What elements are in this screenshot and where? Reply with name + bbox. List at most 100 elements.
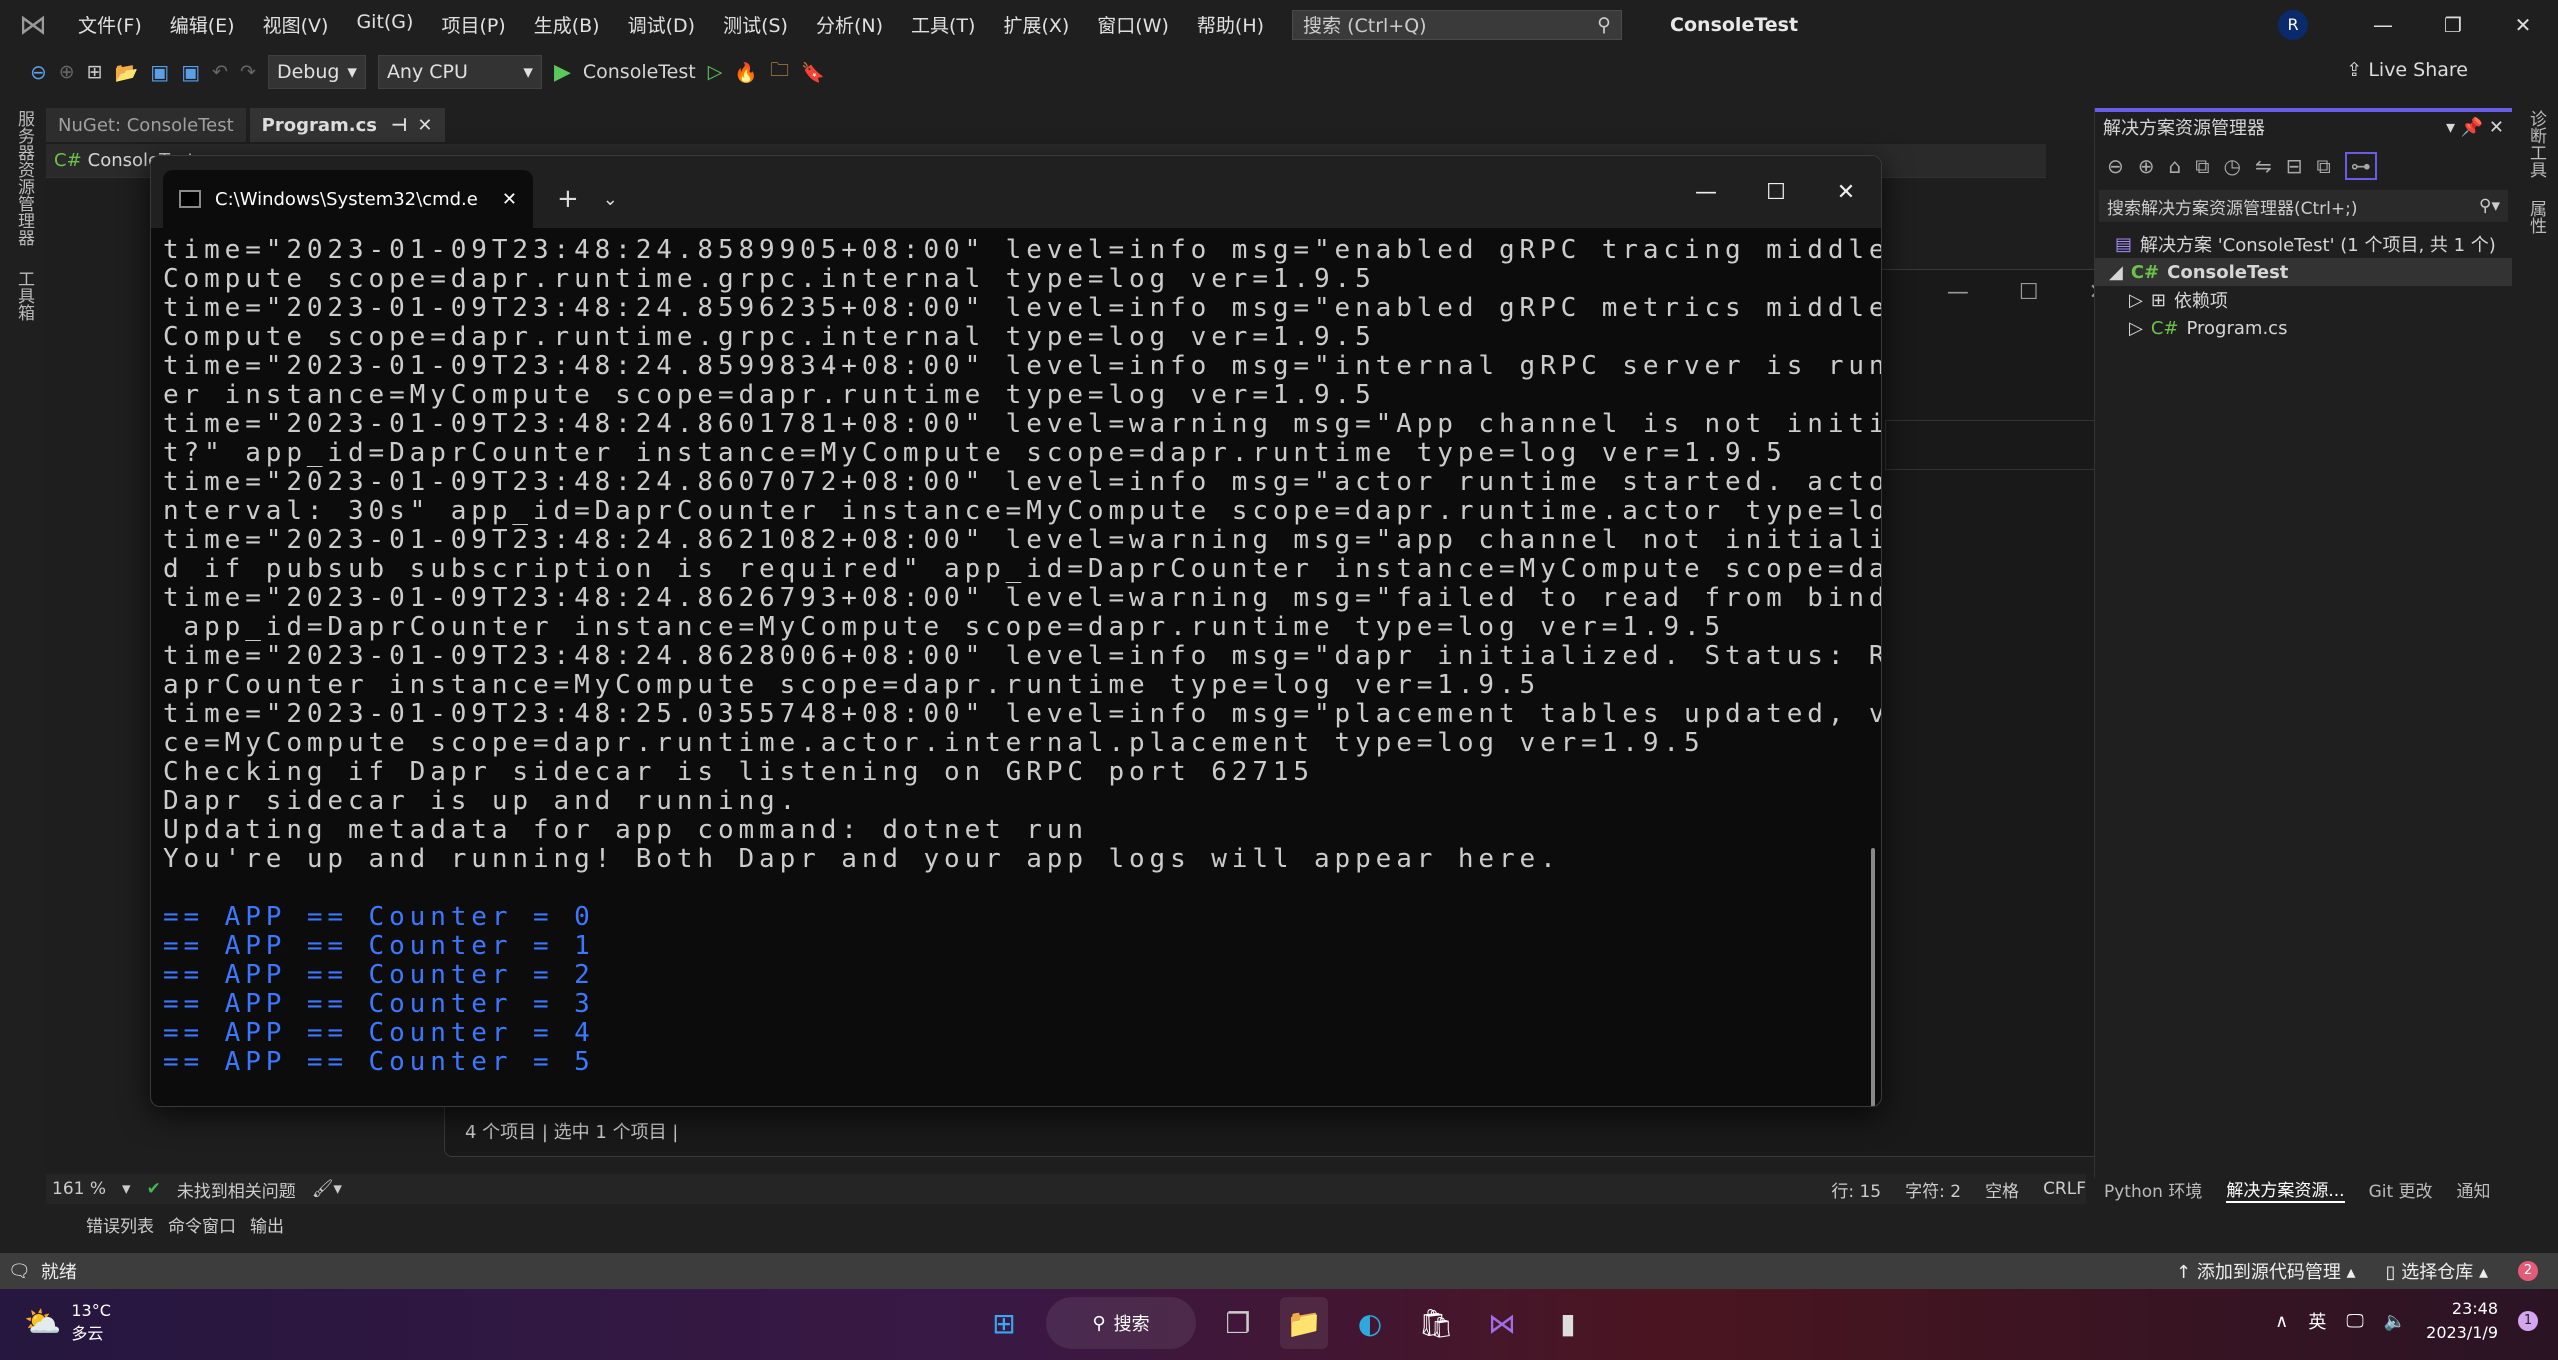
dropdown-icon[interactable]: ▾ <box>2446 117 2461 138</box>
find-in-files-icon[interactable]: 🗀 <box>770 56 789 88</box>
close-button[interactable]: ✕ <box>2488 13 2558 37</box>
new-project-icon[interactable]: ⊞ <box>87 61 103 83</box>
start-icon[interactable]: ⊞ <box>980 1297 1028 1349</box>
bookmark-icon[interactable]: 🔖 <box>801 61 825 84</box>
brush-icon[interactable]: 🖌▾ <box>312 1179 342 1199</box>
minimize-icon[interactable]: — <box>1947 280 1969 305</box>
menu-item[interactable]: Git(G) <box>342 11 427 38</box>
solution-search-input[interactable]: 搜索解决方案资源管理器(Ctrl+;) ⚲▾ <box>2099 190 2508 222</box>
properties-tab[interactable]: 属性 <box>2524 200 2549 234</box>
tab-python-env[interactable]: Python 环境 <box>2104 1177 2202 1202</box>
server-explorer-tab[interactable]: 服务器资源管理器 <box>12 110 37 246</box>
forward-icon[interactable]: ⊕ <box>59 61 75 83</box>
expand-icon[interactable]: ▷ <box>2129 318 2143 339</box>
menu-item[interactable]: 项目(P) <box>427 11 519 38</box>
menu-item[interactable]: 生成(B) <box>520 11 614 38</box>
sync-icon[interactable]: ⇋ <box>2255 154 2272 178</box>
menu-item[interactable]: 视图(V) <box>249 11 343 38</box>
notification-badge[interactable]: 2 <box>2518 1261 2538 1281</box>
maximize-icon[interactable]: ☐ <box>2019 280 2039 305</box>
pin-icon[interactable]: ⊣ <box>391 115 407 136</box>
open-folder-icon[interactable]: 📂 <box>115 61 139 84</box>
save-all-icon[interactable]: ▣ <box>181 60 200 84</box>
network-icon[interactable]: 🖵 <box>2346 1311 2363 1332</box>
platform-select[interactable]: Any CPU ▾ <box>377 55 542 89</box>
menu-item[interactable]: 文件(F) <box>64 11 156 38</box>
input-method[interactable]: 英 <box>2308 1308 2326 1334</box>
expand-icon[interactable]: ◢ <box>2109 262 2123 283</box>
tree-program-cs[interactable]: ▷ C# Program.cs <box>2095 314 2512 342</box>
menu-item[interactable]: 编辑(E) <box>156 11 249 38</box>
search-input[interactable]: 搜索 (Ctrl+Q) ⚲ <box>1292 9 1623 40</box>
menu-item[interactable]: 窗口(W) <box>1083 11 1183 38</box>
volume-icon[interactable]: 🔈 <box>2384 1311 2406 1332</box>
collapse-all-icon[interactable]: ⊟ <box>2286 154 2303 178</box>
menu-item[interactable]: 分析(N) <box>802 11 897 38</box>
home-icon[interactable]: ⌂ <box>2169 154 2182 178</box>
tree-project[interactable]: ◢ C# ConsoleTest <box>2095 258 2512 286</box>
menu-item[interactable]: 工具(T) <box>897 11 989 38</box>
taskbar-search[interactable]: ⚲ 搜索 <box>1046 1297 1196 1349</box>
show-all-files-icon[interactable]: ⧉ <box>2317 154 2331 178</box>
indent-mode[interactable]: 空格 <box>1985 1177 2019 1202</box>
minimize-button[interactable]: — <box>2348 13 2418 37</box>
switch-views-icon[interactable]: ⧉ <box>2195 154 2209 178</box>
live-share-button[interactable]: ⇪ Live Share <box>2346 59 2468 81</box>
history-icon[interactable]: ◷ <box>2224 154 2241 178</box>
expand-icon[interactable]: ▷ <box>2129 290 2143 311</box>
tab-nuget[interactable]: NuGet: ConsoleTest <box>46 108 246 142</box>
forward-icon[interactable]: ⊕ <box>2138 154 2155 178</box>
back-icon[interactable]: ⊖ <box>30 60 47 84</box>
tab-git-changes[interactable]: Git 更改 <box>2369 1177 2433 1202</box>
show-hidden-icons[interactable]: ∧ <box>2275 1311 2288 1332</box>
restore-button[interactable]: ❐ <box>2418 13 2488 37</box>
tree-dependencies[interactable]: ▷ ⊞ 依赖项 <box>2095 286 2512 314</box>
store-icon[interactable]: 🛍 <box>1412 1297 1460 1349</box>
clock[interactable]: 23:48 2023/1/9 <box>2426 1297 2498 1345</box>
zoom-level[interactable]: 161 % <box>52 1179 106 1199</box>
weather-widget[interactable]: ⛅ 13°C 多云 <box>24 1301 111 1344</box>
back-icon[interactable]: ⊖ <box>2107 154 2124 178</box>
add-to-source-control-button[interactable]: ↑ 添加到源代码管理 ▴ <box>2176 1258 2356 1284</box>
tab-notifications[interactable]: 通知 <box>2457 1177 2491 1202</box>
tab-solution-explorer[interactable]: 解决方案资源... <box>2226 1176 2345 1203</box>
configuration-select[interactable]: Debug ▾ <box>267 55 366 89</box>
terminal-icon[interactable]: ▮ <box>1544 1297 1592 1349</box>
menu-item[interactable]: 帮助(H) <box>1183 11 1278 38</box>
explorer-search-box[interactable] <box>1885 420 2115 470</box>
tab-error-list[interactable]: 错误列表 <box>86 1212 154 1237</box>
task-view-icon[interactable]: ❐ <box>1214 1297 1262 1349</box>
start-without-debugging-icon[interactable]: ▷ <box>708 61 723 83</box>
menu-item[interactable]: 扩展(X) <box>989 11 1083 38</box>
close-icon[interactable]: ✕ <box>2489 117 2504 138</box>
close-icon[interactable]: ✕ <box>417 115 432 136</box>
diagnostic-tools-tab[interactable]: 诊断工具 <box>2524 110 2549 178</box>
terminal-window[interactable]: C:\Windows\System32\cmd.e ✕ + ⌄ — ☐ ✕ time=… <box>150 155 1882 1107</box>
avatar[interactable]: R <box>2278 9 2308 40</box>
preview-selected-icon[interactable]: ⊶ <box>2344 152 2377 180</box>
maximize-button[interactable]: ☐ <box>1741 180 1811 205</box>
toolbox-tab[interactable]: 工具箱 <box>12 270 37 321</box>
new-tab-icon[interactable]: + <box>557 184 579 214</box>
terminal-tab[interactable]: C:\Windows\System32\cmd.e ✕ <box>163 170 533 228</box>
hot-reload-icon[interactable]: 🔥 <box>734 61 758 84</box>
file-explorer-icon[interactable]: 📁 <box>1280 1297 1328 1349</box>
save-icon[interactable]: ▣ <box>150 60 169 84</box>
tree-solution[interactable]: ▤ 解决方案 'ConsoleTest' (1 个项目, 共 1 个) <box>2095 230 2512 258</box>
terminal-scrollbar[interactable] <box>1871 848 1875 1106</box>
chevron-down-icon[interactable]: ▾ <box>122 1179 131 1199</box>
minimize-button[interactable]: — <box>1671 180 1741 205</box>
tab-output[interactable]: 输出 <box>250 1212 284 1237</box>
visual-studio-icon[interactable]: ⋈ <box>1478 1297 1526 1349</box>
start-button[interactable]: ConsoleTest <box>583 61 696 83</box>
terminal-output[interactable]: time="2023-01-09T23:48:24.8589905+08:00"… <box>151 228 1881 1106</box>
line-endings[interactable]: CRLF <box>2043 1179 2086 1199</box>
start-icon[interactable]: ▶ <box>554 60 571 85</box>
tab-program-cs[interactable]: Program.cs ⊣ ✕ <box>249 108 445 142</box>
tab-command-window[interactable]: 命令窗口 <box>168 1212 236 1237</box>
close-tab-icon[interactable]: ✕ <box>502 189 517 210</box>
close-button[interactable]: ✕ <box>1811 180 1881 205</box>
menu-item[interactable]: 测试(S) <box>709 11 802 38</box>
menu-item[interactable]: 调试(D) <box>614 11 709 38</box>
undo-icon[interactable]: ↶ <box>212 61 228 83</box>
